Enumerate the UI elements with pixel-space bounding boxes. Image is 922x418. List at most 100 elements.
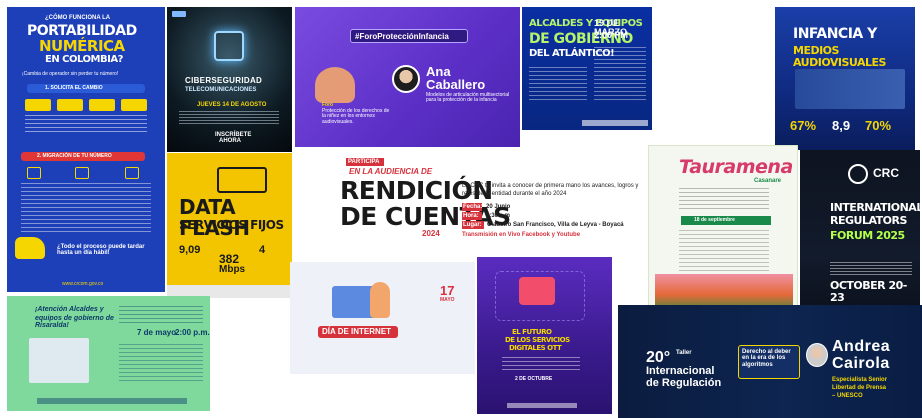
child-illustration — [315, 67, 355, 103]
alcaldes-atlantico-poster[interactable]: ALCALDES Y EQUIPOS DE GOBIERNO DEL ATLÁN… — [522, 7, 652, 130]
rendicion-year: 2024 — [422, 229, 440, 238]
taller-title-3: de Regulación — [646, 377, 722, 389]
fecha-value: 20 Junio — [486, 204, 511, 210]
foro-poster[interactable]: #ForoProtecciónInfancia Ana Caballero Mo… — [295, 7, 520, 147]
portabilidad-title-3: EN COLOMBIA? — [45, 54, 123, 65]
taller-topic: Derecho al deber en la era de los algori… — [742, 349, 791, 368]
andrea-cairola-avatar — [806, 343, 828, 367]
transmision-text: Transmisión en Vivo Facebook y Youtube — [462, 232, 581, 238]
tauramena-date: 18 de septiembre — [694, 217, 735, 223]
portabilidad-subtitle: ¡Cambia de operador sin perder tu número… — [22, 71, 119, 77]
lugar-label: Lugar: — [463, 222, 482, 228]
taller-title-1: Taller — [676, 350, 692, 356]
dataflash-poster[interactable]: DATA FLASH SERVICIOS FIJOS 9,09 382 Mbps… — [167, 153, 292, 298]
regulators-title-1: INTERNATIONAL — [830, 201, 920, 214]
ciber-body-text — [179, 111, 279, 125]
portabilidad-poster[interactable]: ¿CÓMO FUNCIONA LA PORTABILIDAD NUMÉRICA … — [7, 7, 165, 292]
speaker-org: – UNESCO — [832, 393, 863, 399]
atl-footer-logos — [582, 120, 648, 126]
hora-value: 9:30 a.m — [486, 213, 511, 219]
ciber-date: JUEVES 14 DE AGOSTO — [197, 102, 267, 108]
atl-body-text-left — [529, 67, 587, 102]
infancia-stat-1: 67% — [790, 118, 817, 133]
participa-label: PARTICIPA — [348, 159, 380, 165]
dataflash-n3: 4 — [259, 244, 266, 256]
dataflash-n1: 9,09 — [179, 244, 201, 256]
step-2-icons — [21, 167, 151, 237]
speaker-last-name: Cairola — [832, 355, 890, 372]
atl-time: 2:00 PM — [594, 30, 629, 40]
portabilidad-question-2: ¿Todo el proceso puede tardar hasta un d… — [57, 244, 145, 257]
hand-phone-icon — [15, 237, 45, 259]
risaralda-title-1: ¡Atención Alcaldes y — [35, 306, 104, 313]
rendicion-intro: La CRC te invita a conocer de primera ma… — [462, 183, 639, 198]
internet-title: DÍA DE INTERNET — [322, 327, 392, 336]
risaralda-body-text — [119, 306, 203, 324]
tauramena-poster[interactable]: Tauramena Casanare 18 de septiembre — [648, 145, 798, 330]
portabilidad-question: ¿CÓMO FUNCIONA LA — [45, 15, 111, 21]
risaralda-poster[interactable]: ¡Atención Alcaldes y equipos de gobierno… — [7, 296, 210, 411]
regulators-body-text — [830, 262, 912, 276]
ciber-title-2: TELECOMUNICACIONES — [185, 87, 257, 93]
crc-logo-icon — [848, 164, 868, 184]
speaker-name-2: Caballero — [426, 77, 486, 92]
portabilidad-title-2: NUMÉRICA — [39, 37, 125, 55]
ott-footer-logos — [507, 403, 577, 408]
step-1-label: 1. SOLICITA EL CAMBIO — [45, 85, 103, 91]
person-illustration — [370, 282, 390, 318]
infancia-poster[interactable]: INFANCIA Y MEDIOS AUDIOVISUALES 67% 8,9 … — [775, 7, 915, 150]
taller-title-2: Internacional — [646, 365, 715, 377]
device-icons — [495, 271, 585, 321]
step-2-label: 2. MIGRACIÓN DE TU NÚMERO — [37, 153, 112, 159]
lock-icon — [214, 31, 244, 61]
ott-date: 2 DE OCTUBRE — [515, 376, 553, 382]
infancia-title-1: INFANCIA Y — [793, 26, 877, 42]
lugar-value: Claustro San Francisco, Villa de Leyva -… — [487, 222, 624, 228]
step-1-icons — [25, 99, 147, 135]
tauramena-title: Tauramena — [679, 156, 793, 178]
internet-day-month: MAYO — [440, 297, 455, 303]
regulators-logo-text: CRC — [873, 166, 899, 180]
risaralda-date: 7 de mayo — [137, 328, 177, 337]
ana-caballero-avatar — [392, 65, 420, 93]
regulators-title-2: REGULATORS — [830, 214, 907, 227]
risaralda-title-2: equipos de gobierno de Risaralda! — [35, 315, 114, 330]
ott-poster[interactable]: EL FUTURO DE LOS SERVICIOS DIGITALES OTT… — [477, 257, 612, 414]
dataflash-n2-unit: Mbps — [219, 264, 246, 275]
foro-hashtag: #ForoProtecciónInfancia — [355, 32, 449, 41]
atl-body-text — [594, 47, 646, 102]
infancia-children-photo — [795, 69, 905, 109]
ciber-cta-button[interactable]: INSCRÍBETE AHORA — [215, 132, 251, 145]
ott-title-3: DIGITALES OTT — [509, 344, 562, 352]
infancia-stat-2: 8,9 — [832, 118, 851, 133]
fecha-label: Fecha: — [463, 204, 483, 210]
tauramena-agenda-text — [679, 230, 769, 274]
dataflash-title-2: SERVICIOS FIJOS — [179, 218, 284, 232]
infancia-title-2: MEDIOS AUDIOVISUALES — [793, 44, 886, 69]
router-icon — [217, 167, 267, 193]
internet-day-number: 17 — [440, 283, 455, 298]
tauramena-body-text — [679, 188, 769, 212]
regulators-title-3: FORUM 2025 — [830, 229, 905, 242]
hora-label: Hora: — [463, 213, 479, 219]
internet-day-poster[interactable]: 17 MAYO DÍA DE INTERNET — [290, 262, 475, 374]
infancia-stat-3: 70% — [865, 118, 892, 133]
speaker-role-2: Libertad de Prensa — [832, 385, 887, 391]
ciberseguridad-poster[interactable]: CIBERSEGURIDAD TELECOMUNICACIONES JUEVES… — [167, 7, 292, 152]
regulators-date: OCTOBER 20-23 — [830, 279, 907, 304]
speaker-role-1: Especialista Senior — [832, 377, 888, 383]
risaralda-town-illustration — [29, 338, 89, 383]
foro-desc: Protección de los derechos de la niñez e… — [322, 108, 390, 125]
taller-poster[interactable]: 20° Taller Internacional de Regulación D… — [618, 305, 922, 418]
rendicion-poster[interactable]: PARTICIPA EN LA AUDIENCIA DE RENDICIÓN D… — [294, 150, 652, 260]
risaralda-footer-logos — [37, 398, 187, 404]
speaker-first-name: Andrea — [832, 338, 891, 355]
risaralda-time: 2:00 p.m. — [175, 328, 210, 337]
speaker-desc: Modelos de articulación multisectorial p… — [426, 92, 510, 104]
tauramena-subtitle: Casanare — [754, 178, 782, 184]
portabilidad-url[interactable]: www.crcom.gov.co — [62, 281, 103, 287]
risaralda-agenda-text — [119, 344, 203, 384]
ott-body-text — [502, 357, 580, 373]
regulators-poster[interactable]: CRC INTERNATIONAL REGULATORS FORUM 2025 … — [800, 150, 920, 328]
ciber-title-1: CIBERSEGURIDAD — [185, 76, 263, 85]
